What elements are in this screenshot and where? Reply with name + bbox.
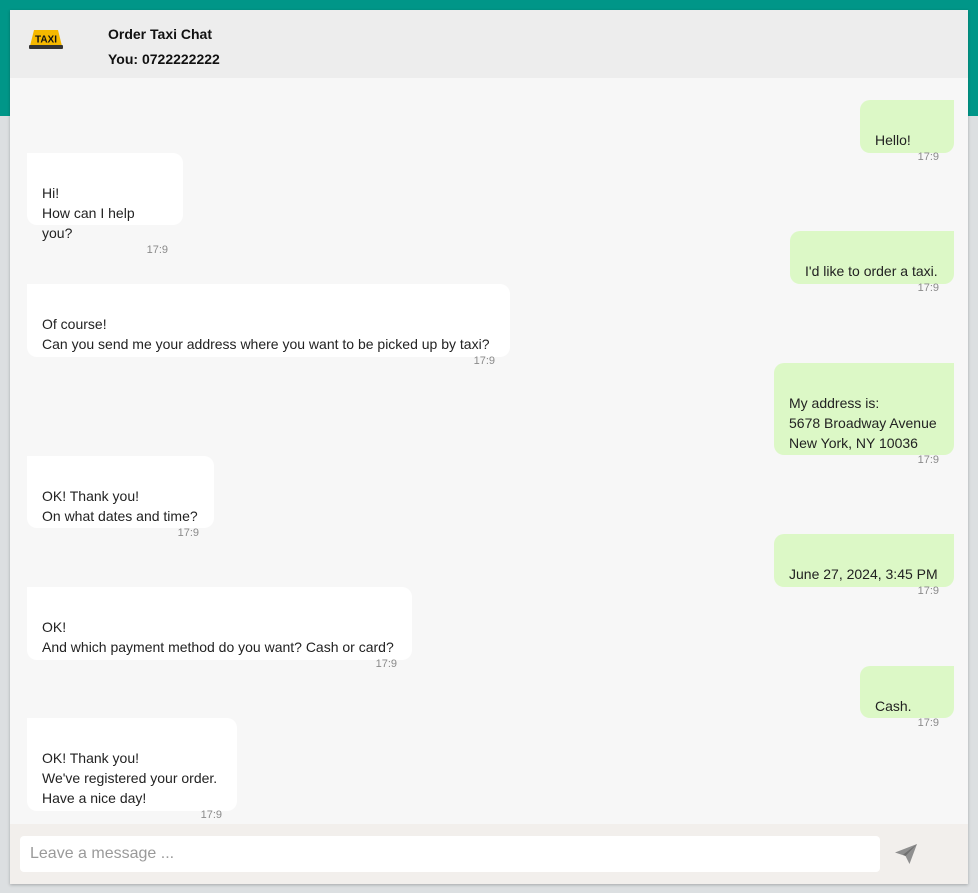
- taxi-sign-label: TAXI: [35, 35, 57, 46]
- message-text: OK! And which payment method do you want…: [42, 619, 394, 655]
- message-input[interactable]: [20, 836, 880, 872]
- message-text: Of course! Can you send me your address …: [42, 316, 490, 352]
- send-button[interactable]: [886, 836, 926, 872]
- message-bubble-received: OK! And which payment method do you want…: [27, 587, 412, 670]
- message-list[interactable]: Hello! 17:9 Hi! How can I help you? 17:9…: [10, 78, 968, 824]
- message-bubble-received: OK! Thank you! On what dates and time? 1…: [27, 456, 214, 539]
- message-text: Hi! How can I help you?: [42, 185, 135, 241]
- user-phone: You: 0722222222: [108, 51, 220, 67]
- message-bubble-sent: I'd like to order a taxi. 17:9: [790, 231, 954, 294]
- message-time: 17:9: [375, 658, 397, 670]
- message-bubble-sent: Cash. 17:9: [860, 666, 954, 729]
- message-text: Hello!: [875, 132, 911, 148]
- message-bubble-received: Hi! How can I help you? 17:9: [27, 153, 183, 256]
- message-time: 17:9: [473, 355, 495, 367]
- message-bubble-sent: Hello! 17:9: [860, 100, 954, 163]
- message-time: 17:9: [917, 151, 939, 163]
- message-time: 17:9: [177, 527, 199, 539]
- paper-plane-icon: [895, 844, 917, 864]
- taxi-sign-icon: TAXI: [29, 30, 63, 49]
- message-time: 17:9: [917, 282, 939, 294]
- chat-window: TAXI Order Taxi Chat You: 0722222222 Hel…: [10, 10, 968, 884]
- message-text: I'd like to order a taxi.: [805, 263, 938, 279]
- chat-header: TAXI Order Taxi Chat You: 0722222222: [10, 10, 968, 78]
- message-bubble-sent: My address is: 5678 Broadway Avenue New …: [774, 363, 954, 466]
- message-bubble-received: OK! Thank you! We've registered your ord…: [27, 718, 237, 821]
- message-text: OK! Thank you! We've registered your ord…: [42, 750, 218, 806]
- message-bubble-received: Of course! Can you send me your address …: [27, 284, 510, 367]
- message-time: 17:9: [917, 585, 939, 597]
- message-composer: [10, 824, 968, 884]
- message-time: 17:9: [200, 809, 222, 821]
- message-time: 17:9: [917, 717, 939, 729]
- message-time: 17:9: [917, 454, 939, 466]
- message-time: 17:9: [146, 244, 168, 256]
- message-text: Cash.: [875, 698, 912, 714]
- message-bubble-sent: June 27, 2024, 3:45 PM 17:9: [774, 534, 954, 597]
- message-text: My address is: 5678 Broadway Avenue New …: [789, 395, 937, 451]
- message-text: June 27, 2024, 3:45 PM: [789, 566, 938, 582]
- message-text: OK! Thank you! On what dates and time?: [42, 488, 198, 524]
- chat-title: Order Taxi Chat: [108, 26, 212, 42]
